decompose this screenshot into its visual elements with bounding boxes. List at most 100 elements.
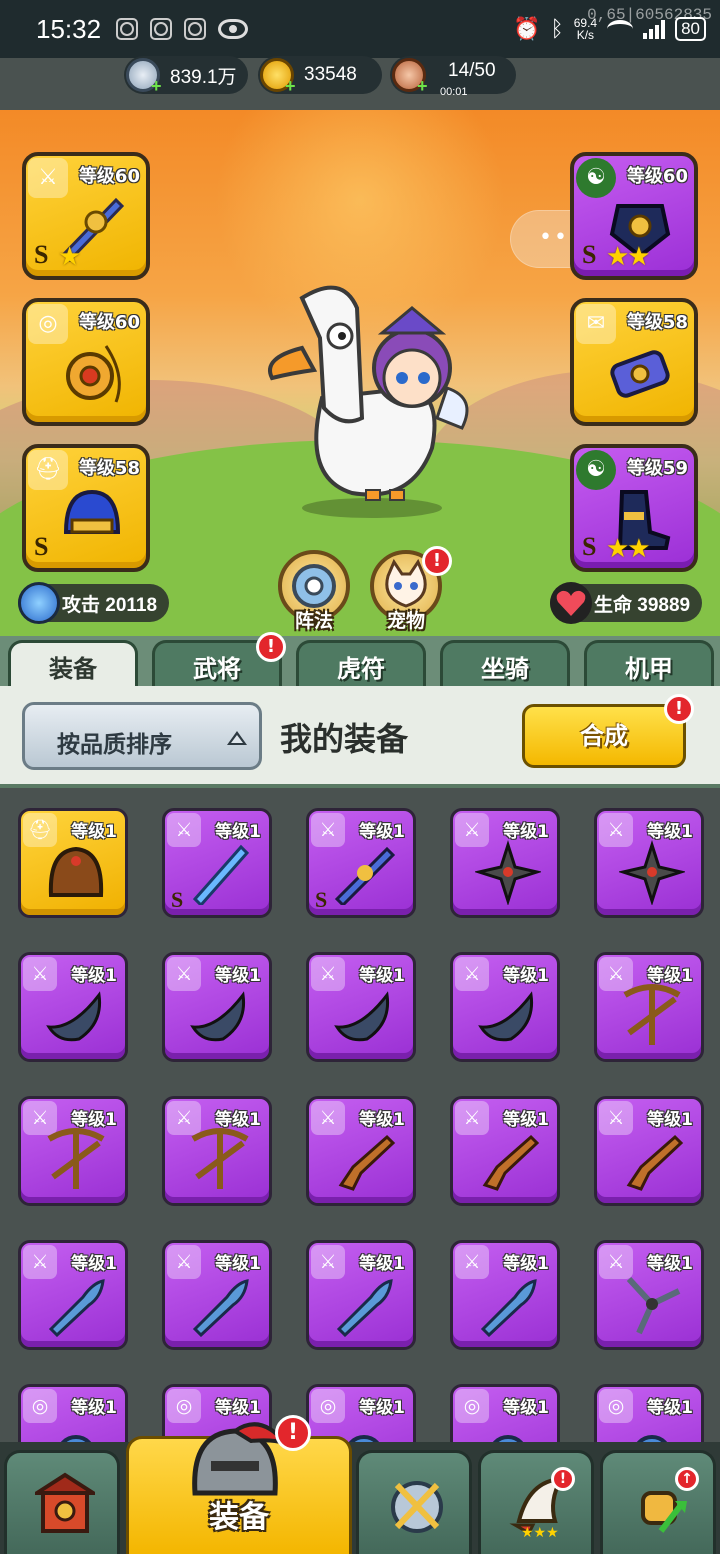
app-notification-icon	[116, 18, 138, 40]
app-notification-icon	[184, 18, 206, 40]
slot-level: 等级58	[626, 312, 688, 333]
shuriken-art	[619, 840, 685, 905]
equipment-item[interactable]: ⚔ 等级1	[450, 808, 560, 918]
glaive-art	[336, 1279, 393, 1337]
caret-up-icon	[227, 731, 247, 745]
upgrade-arrow-badge: ↑	[675, 1467, 699, 1491]
equipment-item[interactable]: ⚔ 等级1	[306, 952, 416, 1062]
equipment-item[interactable]: ⚔ 等级1	[594, 1096, 704, 1206]
tab-equipment[interactable]: 装备	[8, 640, 138, 692]
sword-art	[192, 844, 250, 905]
gold-amount: 33548	[304, 64, 357, 85]
equip-slot-medal[interactable]: ◎ 等级60	[22, 298, 150, 426]
plus-icon[interactable]: +	[151, 77, 165, 95]
equip-slot-helmet[interactable]: ⛑ 等级58 S	[22, 444, 150, 572]
gun-art	[626, 1134, 684, 1191]
hp-stat: 生命 39889	[550, 582, 703, 624]
equipment-alert-badge: !	[275, 1415, 311, 1451]
equip-slot-weapon[interactable]: ⚔ 等级60 S ★	[22, 152, 150, 280]
equipment-item[interactable]: ◎ 等级1	[594, 1384, 704, 1450]
equipment-item[interactable]: ⚔ 等级1	[18, 1240, 128, 1350]
sort-dropdown[interactable]: 按品质排序	[22, 702, 262, 770]
crossbow-art	[47, 1128, 105, 1189]
stamina-amount: 14/50	[448, 60, 496, 81]
equipment-item[interactable]: ⚔ 等级1	[594, 808, 704, 918]
rarity-label: S	[34, 532, 49, 561]
rarity-label: S	[171, 887, 184, 912]
notification-icons	[116, 18, 248, 40]
tab-mecha[interactable]: 机甲	[584, 640, 714, 692]
rarity-label: S	[315, 887, 328, 912]
equipment-item[interactable]: ⚔ 等级1	[162, 1096, 272, 1206]
generals-alert-badge: !	[256, 632, 286, 662]
equipment-item[interactable]: ⚔ 等级1	[594, 1240, 704, 1350]
equip-slot-armor[interactable]: ☯ 等级60 S ★★	[570, 152, 698, 280]
equipment-item[interactable]: ◎ 等级1	[450, 1384, 560, 1450]
equipment-item[interactable]: ⚔ 等级1	[18, 1096, 128, 1206]
plus-icon[interactable]: +	[285, 77, 299, 95]
gun-art	[338, 1134, 396, 1191]
helmet-art	[48, 846, 104, 897]
blade-art	[478, 991, 534, 1042]
glaive-art	[192, 1279, 249, 1337]
equipment-item[interactable]: ⚔ 等级1	[450, 952, 560, 1062]
debug-overlay-text: 0,65|60562835	[587, 6, 712, 24]
equipment-item[interactable]: ⚔ 等级1	[162, 952, 272, 1062]
slot-level: 等级59	[626, 458, 688, 479]
gold-resource[interactable]: + 33548	[258, 56, 382, 95]
alarm-icon: ⏰	[513, 16, 541, 41]
spear-art	[334, 846, 396, 905]
slot-level: 等级60	[78, 166, 140, 187]
blade-art	[46, 991, 102, 1042]
formation-label: 阵法	[294, 610, 333, 632]
rarity-label: S	[582, 240, 597, 269]
heart-icon	[550, 582, 592, 624]
nav-equipment-label: 装备	[209, 1500, 269, 1535]
equipment-item[interactable]: ⛑ 等级1	[18, 808, 128, 918]
equipment-item[interactable]: ⚔ 等级1	[306, 1240, 416, 1350]
attack-stat: 攻击 20118	[18, 582, 170, 624]
nav-summon[interactable]: ★★★ !	[478, 1450, 594, 1554]
equipment-item[interactable]: ⚔ 等级1 S	[162, 808, 272, 918]
glaive-art	[480, 1279, 537, 1337]
meat-icon: +	[392, 58, 428, 95]
hero-character-illustration[interactable]	[262, 278, 482, 518]
tab-mount[interactable]: 坐骑	[440, 640, 570, 692]
slot-level: 等级58	[78, 458, 140, 479]
hero-equipment-area: ••• ⚔ 等级60 S ★ ◎ 等级60 ⛑ 等级58 S ☯ 等级60 S …	[0, 110, 720, 642]
equip-slot-scroll[interactable]: ✉ 等级58	[570, 298, 698, 426]
equipment-item[interactable]: ◎ 等级1	[18, 1384, 128, 1450]
shuriken-art	[475, 840, 541, 905]
eye-icon	[218, 19, 248, 39]
nav-city[interactable]	[4, 1450, 120, 1554]
equipment-item[interactable]: ⚔ 等级1	[18, 952, 128, 1062]
equip-slot-boots[interactable]: ☯ 等级59 S ★★	[570, 444, 698, 572]
equipment-item[interactable]: ⚔ 等级1	[594, 952, 704, 1062]
blade-art	[190, 991, 246, 1042]
equipment-item[interactable]: ⚔ 等级1	[306, 1096, 416, 1206]
silver-amount: 839.1万	[170, 66, 237, 88]
pet-alert-badge: !	[422, 546, 452, 576]
bottom-navigation: 装备 ! ★★★ ! ↑	[0, 1415, 720, 1554]
equipment-item[interactable]: ⚔ 等级1	[450, 1096, 560, 1206]
city-gate-icon	[35, 1472, 95, 1533]
slot-level: 等级60	[78, 312, 140, 333]
equipment-item[interactable]: ⚔ 等级1	[162, 1240, 272, 1350]
gun-art	[482, 1134, 540, 1191]
silver-resource[interactable]: + 839.1万	[124, 56, 248, 95]
star-rating: ★	[58, 242, 81, 272]
star-rating: ★★	[606, 534, 651, 564]
nav-equipment[interactable]: 装备 !	[126, 1415, 352, 1554]
plus-icon[interactable]: +	[417, 77, 431, 95]
app-notification-icon	[150, 18, 172, 40]
equipment-item[interactable]: ⚔ 等级1 S	[306, 808, 416, 918]
stamina-resource[interactable]: + 14/50 00:01	[390, 56, 516, 98]
nav-battle[interactable]	[356, 1450, 472, 1554]
equipment-item[interactable]: ⚔ 等级1	[450, 1240, 560, 1350]
slot-level: 等级60	[626, 166, 688, 187]
nav-upgrade[interactable]: ↑	[600, 1450, 716, 1554]
rarity-label: S	[34, 240, 49, 269]
tab-tiger-tally[interactable]: 虎符	[296, 640, 426, 692]
equipment-tabs: 装备 武将 ! 虎符 坐骑 机甲	[0, 632, 720, 692]
merge-button[interactable]: 合成	[522, 704, 686, 768]
